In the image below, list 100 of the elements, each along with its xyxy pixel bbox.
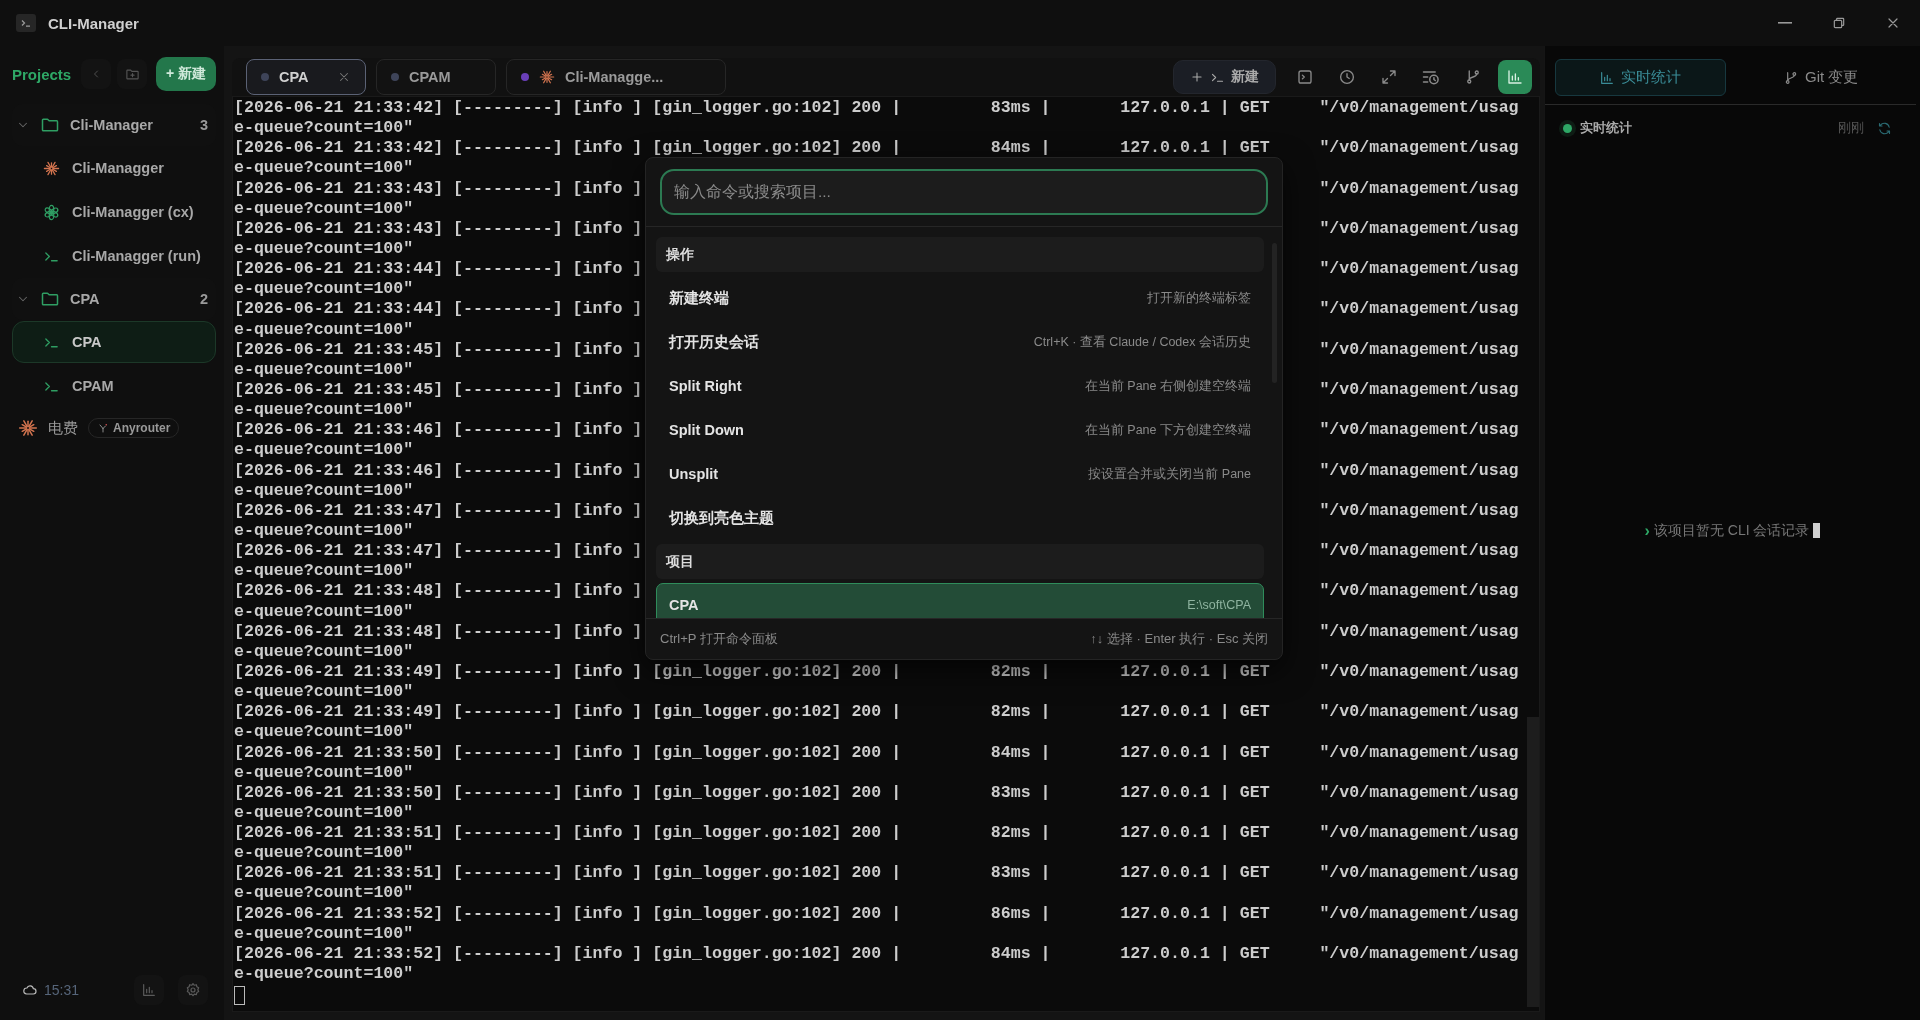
section-header: 操作 <box>656 237 1264 272</box>
add-folder-button[interactable] <box>117 59 148 89</box>
command-item[interactable]: Split Right 在当前 Pane 右侧创建空终端 <box>656 364 1264 408</box>
log-line: "/v0/management/usag <box>1319 259 1519 280</box>
log-line: [2026-06-21 21:33:42] [---------] [info ] [gin_logger.go:102] 200 | 83ms | 127.0.0.1 | GET "/v0/management/usag <box>234 98 1519 119</box>
log-line: e-queue?count=100" <box>234 601 414 622</box>
command-item[interactable]: 打开历史会话 Ctrl+K · 查看 Claude / Codex 会话历史 <box>656 320 1264 364</box>
log-line: [2026-06-21 21:33:45] [---------] [info ] <box>234 379 643 401</box>
command-item[interactable]: 切换到亮色主题 <box>656 496 1264 540</box>
panel-tab[interactable]: Git 变更 <box>1735 59 1906 96</box>
log-line: [2026-06-21 21:33:47] [---------] [info ] <box>234 500 643 521</box>
log-line: "/v0/management/usag <box>1319 420 1519 441</box>
log-line: "/v0/management/usag <box>1319 218 1519 239</box>
log-line: "/v0/management/usag <box>1319 339 1519 360</box>
text-cursor <box>1813 523 1821 538</box>
log-line: e-queue?count=100" <box>234 118 414 139</box>
log-line: e-queue?count=100" <box>234 802 414 824</box>
log-line: e-queue?count=100" <box>234 641 414 662</box>
log-line: e-queue?count=100" <box>234 239 414 260</box>
new-terminal-button[interactable]: 新建 <box>1173 60 1276 94</box>
stats-button[interactable] <box>134 975 164 1005</box>
folder-icon <box>40 289 60 309</box>
prompt-glyph: › <box>1644 521 1650 540</box>
new-project-button[interactable]: + 新建 <box>155 57 216 91</box>
log-line: e-queue?count=100" <box>234 279 414 300</box>
log-line: e-queue?count=100" <box>234 198 414 219</box>
log-line: [2026-06-21 21:33:49] [---------] [info ] [gin_logger.go:102] 200 | 82ms | 127.0.0.1 | GET "/v0/management/usag <box>234 702 1519 723</box>
sidebar-item[interactable]: CPA <box>12 321 216 363</box>
terminal-cursor <box>234 986 245 1006</box>
log-line: e-queue?count=100" <box>234 359 414 380</box>
sidebar-item[interactable]: Cli-Managger <box>12 147 216 189</box>
log-line: e-queue?count=100" <box>234 762 414 783</box>
log-line: e-queue?count=100" <box>234 400 414 421</box>
command-hint: 按设置合并或关闭当前 Pane <box>1088 465 1251 483</box>
log-line: [2026-06-21 21:33:43] [---------] [info ] <box>234 218 643 239</box>
sidebar-item[interactable]: Cli-Managger (run) <box>12 235 216 277</box>
command-item[interactable]: Unsplit 按设置合并或关闭当前 Pane <box>656 452 1264 496</box>
command-hint: 打开新的终端标签 <box>1147 289 1251 307</box>
tag-label: Anyrouter <box>113 421 171 435</box>
refresh-icon <box>1876 120 1892 136</box>
log-line: [2026-06-21 21:33:44] [---------] [info ] <box>234 299 643 320</box>
log-line: "/v0/management/usag <box>1319 621 1519 642</box>
log-line: e-queue?count=100" <box>234 964 414 985</box>
sidebar-item[interactable]: Cli-Managger (cx) <box>12 191 216 233</box>
log-line: [2026-06-21 21:33:48] [---------] [info ] <box>234 581 643 602</box>
command-item[interactable]: Split Down 在当前 Pane 下方创建空终端 <box>656 408 1264 452</box>
log-line: "/v0/management/usag <box>1319 299 1519 320</box>
log-line: [2026-06-21 21:33:51] [---------] [info ] [gin_logger.go:102] 200 | 82ms | 127.0.0.1 | GET "/v0/management/usag <box>234 823 1519 844</box>
knot-icon <box>43 203 60 221</box>
terminal-tab[interactable]: CPAM <box>376 59 496 95</box>
log-line: e-queue?count=100" <box>234 682 414 703</box>
panel-title: 实时统计 <box>1580 119 1632 137</box>
terminal-tab[interactable]: CPA <box>246 59 366 95</box>
log-line: [2026-06-21 21:33:47] [---------] [info ] <box>234 541 643 562</box>
empty-message: 该项目暂无 CLI 会话记录 <box>1653 521 1810 540</box>
window-title: CLI-Manager <box>48 14 139 32</box>
command-item[interactable]: CPA E:\soft\CPA <box>656 583 1264 618</box>
chart-icon <box>1599 69 1616 86</box>
spark-icon <box>539 69 555 85</box>
terminal-tab[interactable]: Cli-Managge... <box>506 59 726 95</box>
updated-time: 刚刚 <box>1838 119 1864 137</box>
log-line: "/v0/management/usag <box>1319 581 1519 602</box>
sidebar-item[interactable]: CPAM <box>12 365 216 407</box>
toolbar-button[interactable] <box>1498 60 1532 94</box>
spark-icon <box>43 159 60 177</box>
branch-icon <box>1464 68 1482 86</box>
log-line: e-queue?count=100" <box>234 520 414 542</box>
log-line: [2026-06-21 21:33:45] [---------] [info ] <box>234 339 643 360</box>
command-item[interactable]: 新建终端 打开新的终端标签 <box>656 276 1264 320</box>
log-line: e-queue?count=100" <box>234 883 414 904</box>
shortcut-hint: ↑↓ 选择 · Enter 执行 · Esc 关闭 <box>1090 630 1268 648</box>
item-count: 3 <box>199 117 208 133</box>
clock-icon <box>1338 68 1356 86</box>
item-count: 2 <box>199 291 208 307</box>
log-line: "/v0/management/usag <box>1319 178 1519 199</box>
log-line: [2026-06-21 21:33:46] [---------] [info ] <box>234 460 643 481</box>
panel-tab[interactable]: 实时统计 <box>1555 59 1726 96</box>
command-hint: 在当前 Pane 右侧创建空终端 <box>1084 377 1251 395</box>
sidebar-item[interactable]: 电费 <box>48 418 78 438</box>
log-line: [2026-06-21 21:33:42] [---------] [info ] [gin_logger.go:102] 200 | 84ms | 127.0.0.1 | GET "/v0/management/usag <box>234 138 1519 159</box>
command-input[interactable]: 输入命令或搜索项目... <box>660 169 1268 215</box>
terminal-icon <box>1296 68 1314 86</box>
settings-button[interactable] <box>178 975 208 1005</box>
log-line: "/v0/management/usag <box>1319 541 1519 562</box>
folder-plus-icon <box>124 66 140 82</box>
command-hint: Ctrl+K · 查看 Claude / Codex 会话历史 <box>1033 333 1251 351</box>
chart-icon <box>1506 68 1524 86</box>
clock-time: 15:31 <box>44 982 80 998</box>
log-line: [2026-06-21 21:33:46] [---------] [info ] <box>234 420 643 441</box>
log-line: "/v0/management/usag <box>1319 460 1519 481</box>
log-line: [2026-06-21 21:33:50] [---------] [info ] [gin_logger.go:102] 200 | 84ms | 127.0.0.1 | GET "/v0/management/usag <box>234 742 1519 763</box>
log-line: "/v0/management/usag <box>1319 500 1519 521</box>
log-line: [2026-06-21 21:33:49] [---------] [info ] [gin_logger.go:102] 200 | 82ms | 127.0.0.1 | GET "/v0/management/usag <box>234 661 1519 683</box>
app-logo-icon <box>16 14 36 32</box>
log-line: e-queue?count=100" <box>234 480 414 501</box>
log-line: [2026-06-21 21:33:44] [---------] [info ] <box>234 259 643 280</box>
fork-icon <box>97 422 109 434</box>
command-hint: 在当前 Pane 下方创建空终端 <box>1084 421 1251 439</box>
log-line: e-queue?count=100" <box>234 561 414 582</box>
chart-icon <box>141 982 157 998</box>
